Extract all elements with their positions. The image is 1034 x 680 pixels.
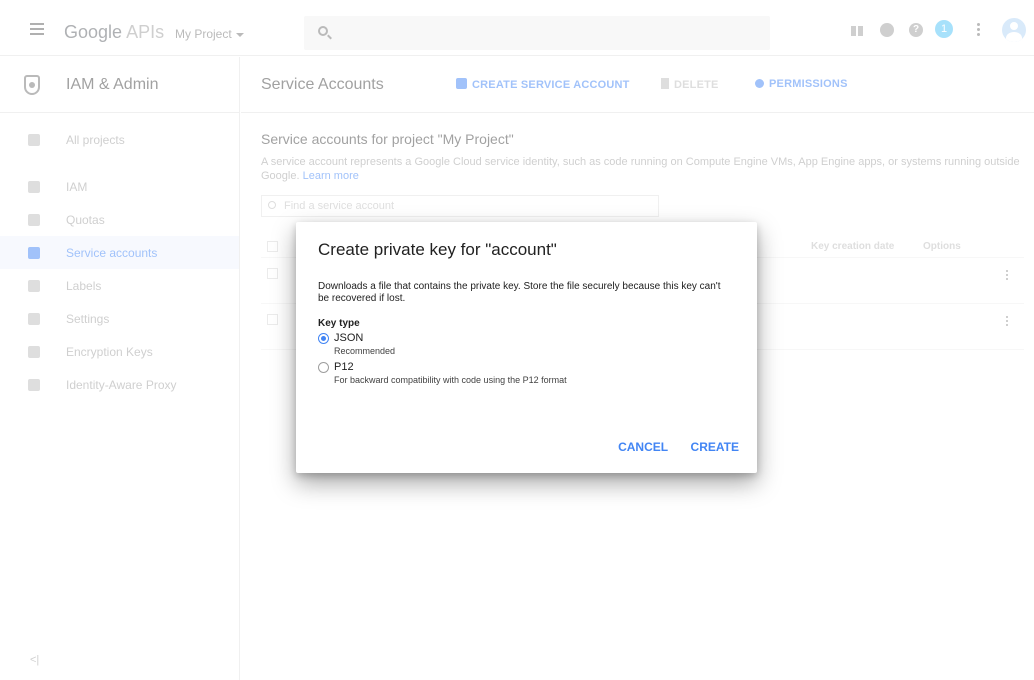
cancel-button[interactable]: CANCEL [618,440,668,454]
radio-json[interactable] [318,333,329,344]
option-label: JSON [334,332,364,344]
radio-p12[interactable] [318,362,329,373]
dialog-title: Create private key for "account" [318,240,557,259]
create-button[interactable]: CREATE [691,440,739,454]
key-type-label: Key type [318,318,360,329]
dialog-description: Downloads a file that contains the priva… [318,281,721,304]
option-label: P12 [334,361,354,373]
create-private-key-dialog: Create private key for "account" Downloa… [296,222,757,473]
dialog-actions: CANCEL CREATE [600,438,739,456]
option-sublabel: For backward compatibility with code usi… [334,375,567,385]
option-sublabel: Recommended [334,346,396,356]
